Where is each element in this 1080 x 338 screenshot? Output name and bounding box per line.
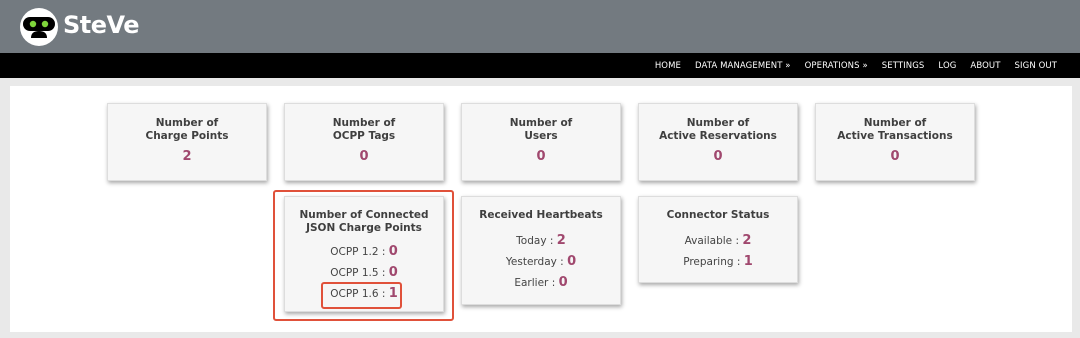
- app-header: SteVe: [0, 0, 1080, 53]
- ocpp-tags-tile[interactable]: Number of OCPP Tags 0: [284, 103, 444, 181]
- connector-preparing-row: Preparing : 1: [683, 254, 753, 269]
- ocpp-tags-count: 0: [359, 149, 369, 164]
- tile-title: Received Heartbeats: [479, 209, 603, 221]
- heartbeats-yesterday-row: Yesterday : 0: [505, 254, 577, 269]
- active-reservations-count: 0: [713, 149, 723, 164]
- connector-available-row: Available : 2: [684, 233, 752, 248]
- tile-title: Number of Active Reservations: [659, 117, 777, 142]
- tile-title: Number of Users: [509, 117, 573, 142]
- nav-menu: HOME DATA MANAGEMENT » OPERATIONS » SETT…: [641, 53, 1057, 78]
- nav-operations[interactable]: OPERATIONS »: [805, 61, 868, 71]
- users-tile[interactable]: Number of Users 0: [461, 103, 621, 181]
- nav-settings[interactable]: SETTINGS: [882, 61, 925, 71]
- active-reservations-tile[interactable]: Number of Active Reservations 0: [638, 103, 798, 181]
- tile-title: Number of OCPP Tags: [332, 117, 396, 142]
- nav-home[interactable]: HOME: [655, 61, 681, 71]
- received-heartbeats-tile[interactable]: Received Heartbeats Today : 2 Yesterday …: [461, 196, 621, 305]
- charge-points-count: 2: [182, 149, 192, 164]
- nav-data-management[interactable]: DATA MANAGEMENT »: [695, 61, 791, 71]
- heartbeats-today-row: Today : 2: [516, 233, 566, 248]
- highlight-box-ocpp-16: [321, 282, 402, 309]
- steve-robot-logo-icon[interactable]: [19, 7, 59, 47]
- tile-title: Number of Charge Points: [145, 117, 229, 142]
- app-name[interactable]: SteVe: [63, 11, 140, 39]
- heartbeats-earlier-row: Earlier : 0: [514, 275, 568, 290]
- charge-points-tile[interactable]: Number of Charge Points 2: [107, 103, 267, 181]
- active-transactions-count: 0: [890, 149, 900, 164]
- nav-sign-out[interactable]: SIGN OUT: [1015, 61, 1057, 71]
- users-count: 0: [536, 149, 546, 164]
- active-transactions-tile[interactable]: Number of Active Transactions 0: [815, 103, 975, 181]
- top-navbar: HOME DATA MANAGEMENT » OPERATIONS » SETT…: [0, 53, 1080, 78]
- tile-title: Number of Active Transactions: [837, 117, 953, 142]
- nav-log[interactable]: LOG: [938, 61, 956, 71]
- nav-about[interactable]: ABOUT: [970, 61, 1000, 71]
- connector-status-tile[interactable]: Connector Status Available : 2 Preparing…: [638, 196, 798, 283]
- tile-title: Connector Status: [666, 209, 770, 221]
